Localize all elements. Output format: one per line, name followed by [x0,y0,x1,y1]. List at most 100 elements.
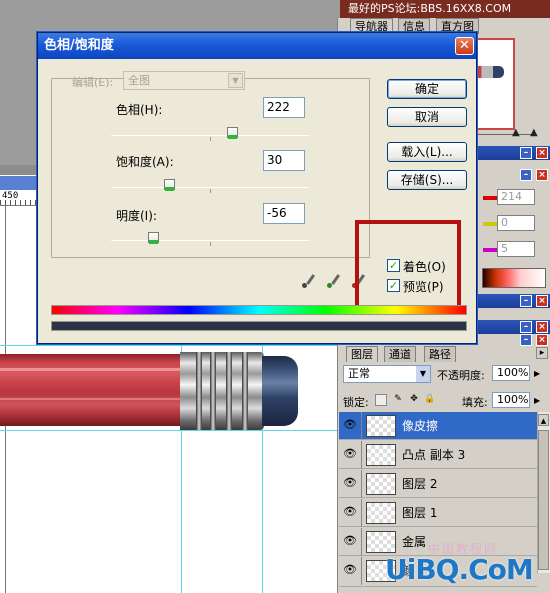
opacity-field[interactable]: 100% [492,365,530,381]
chevron-right-icon[interactable]: ▶ [534,396,540,405]
ferrule-ring [226,352,232,430]
tab-channels[interactable]: 通道 [384,346,416,362]
save-button[interactable]: 存储(S)... [387,170,467,190]
fill-field[interactable]: 100% [492,392,530,408]
eyedropper-bulb [302,283,307,288]
slider-thumb-indicator [149,240,158,244]
tab-layers[interactable]: 图层 [346,346,378,362]
annotation-highlight-box [355,220,461,311]
slider-center-tick [210,189,211,193]
layer-row[interactable]: 👁 凸点 副本 3 [339,441,537,469]
zoom-small-icon[interactable]: ▲ [512,128,520,138]
pencil-body-artwork [0,354,186,426]
slider-thumb-indicator [228,135,237,139]
eye-icon[interactable]: 👁 [343,506,357,518]
slider-thumb-indicator [165,187,174,191]
lock-transparent-icon[interactable] [375,394,387,406]
hue-input[interactable]: 222 [263,97,305,118]
output-color-bar [51,321,467,331]
green-value-field[interactable]: 0 [497,215,535,231]
minimize-icon[interactable]: – [520,147,532,159]
eye-icon[interactable]: 👁 [343,448,357,460]
hue-saturation-dialog: 色相/饱和度 ✕ 编辑(E): 全图 ▼ 色相(H): 222 饱和度(A): … [37,32,477,344]
divider [361,412,362,440]
cancel-button[interactable]: 取消 [387,107,467,127]
saturation-slider-thumb[interactable] [164,179,175,196]
hue-slider-thumb[interactable] [227,127,238,144]
ok-button[interactable]: 确定 [387,79,467,99]
eyedropper-stem [306,274,316,285]
dialog-title: 色相/饱和度 [38,33,476,59]
hue-label: 色相(H): [116,103,163,117]
lightness-slider-track[interactable] [111,240,309,241]
eye-icon[interactable]: 👁 [343,564,357,576]
zoom-large-icon[interactable]: ▲ [530,128,538,138]
chevron-down-icon: ▼ [416,366,430,382]
pencil-highlight [0,398,186,400]
minimize-icon[interactable]: – [520,334,532,346]
divider [361,470,362,498]
red-value-field[interactable]: 214 [497,189,535,205]
adjustment-group [51,78,370,258]
lock-brush-icon[interactable]: ✎ [392,394,404,406]
guide-line [0,345,340,346]
watermark-banner: 最好的PS论坛:BBS.16XX8.COM [340,0,550,18]
blend-mode-select[interactable]: 正常 ▼ [343,365,431,383]
lock-all-icon[interactable]: 🔒 [424,394,436,406]
close-icon[interactable]: × [536,334,548,346]
scrollbar-thumb[interactable] [538,430,549,570]
divider [361,557,362,585]
layer-thumbnail [366,415,396,437]
eyedropper-icon[interactable] [299,273,316,289]
eyedropper-plus-icon[interactable] [324,273,341,289]
minimize-icon[interactable]: – [520,169,532,181]
close-icon[interactable]: × [536,321,548,333]
layer-name: 图层 2 [402,477,438,491]
minimize-icon[interactable]: – [520,321,532,333]
workspace-strip [0,165,38,175]
layer-row[interactable]: 👁 像皮擦 [339,412,537,440]
metal-ferrule-artwork [180,352,264,430]
layer-name: 金属 [402,535,427,549]
eye-icon[interactable]: 👁 [343,535,357,547]
close-icon[interactable]: ✕ [455,37,474,55]
document-titlebar [0,176,38,190]
ferrule-ring [242,352,248,430]
lightness-input[interactable]: -56 [263,203,305,224]
tab-paths[interactable]: 路径 [424,346,456,362]
layer-row[interactable]: 👁 图层 2 [339,470,537,498]
close-icon[interactable]: × [536,147,548,159]
minimize-icon[interactable]: – [520,295,532,307]
saturation-slider-track[interactable] [111,187,309,188]
lightness-slider-thumb[interactable] [148,232,159,249]
red-slider-swatch [483,196,497,200]
chevron-down-icon: ▼ [228,73,243,88]
edit-range-value: 全图 [128,74,150,87]
layer-thumbnail [366,444,396,466]
fill-label: 填充: [462,396,488,409]
color-spectrum-bar[interactable] [482,268,546,288]
scroll-up-icon[interactable]: ▲ [538,414,549,426]
layer-name: 图层 1 [402,506,438,520]
layer-row[interactable]: 👁 图层 1 [339,499,537,527]
blue-value-field[interactable]: 5 [497,241,535,257]
eraser-artwork [262,356,298,426]
hue-slider-track[interactable] [111,135,309,136]
eye-icon[interactable]: 👁 [343,477,357,489]
slider-center-tick [210,137,211,141]
close-icon[interactable]: × [536,169,548,181]
load-button[interactable]: 载入(L)... [387,142,467,162]
saturation-input[interactable]: 30 [263,150,305,171]
blue-slider-swatch [483,248,497,252]
pencil-highlight [0,368,186,371]
close-icon[interactable]: × [536,295,548,307]
eye-icon[interactable]: 👁 [343,419,357,431]
panel-menu-icon[interactable]: ▸ [536,347,548,359]
divider [361,499,362,527]
lock-move-icon[interactable]: ✥ [408,394,420,406]
site-watermark-logo: UiBQ.CoM [385,553,534,586]
ruler-ticks [0,200,38,205]
guide-line [0,430,340,431]
chevron-right-icon[interactable]: ▶ [534,369,540,378]
green-slider-swatch [483,222,497,226]
